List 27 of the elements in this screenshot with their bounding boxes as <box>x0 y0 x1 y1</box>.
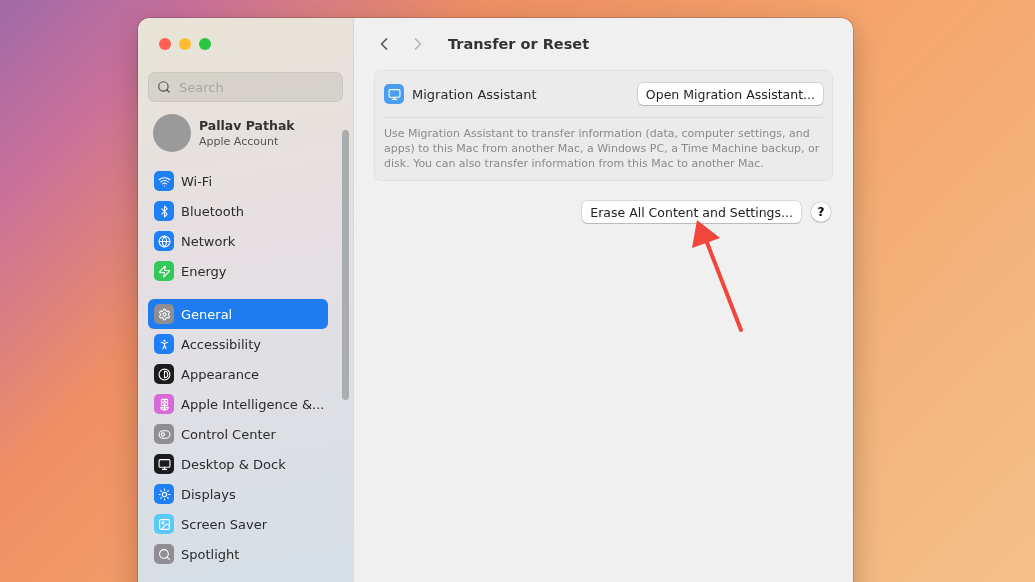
open-migration-button[interactable]: Open Migration Assistant... <box>637 83 823 105</box>
search-icon <box>157 80 171 94</box>
erase-button[interactable]: Erase All Content and Settings... <box>582 201 801 223</box>
sidebar-item[interactable]: Screen Saver <box>148 509 328 539</box>
sidebar-item[interactable]: Wi-Fi <box>148 166 328 196</box>
account-subtitle: Apple Account <box>199 135 280 148</box>
sidebar-item[interactable]: Network <box>148 226 328 256</box>
scrollbar[interactable] <box>342 130 349 400</box>
sidebar-item[interactable]: Appearance <box>148 359 328 389</box>
sidebar-item[interactable]: Energy <box>148 256 328 286</box>
migration-description: Use Migration Assistant to transfer information (data, computer settings, and apps) to this Mac from another Mac, a Windows PC, a Time Machine backup, or disk. You can also transfer information from this Mac to another Mac. <box>384 126 821 171</box>
window-zoom-button[interactable] <box>199 38 211 50</box>
sidebar-item[interactable]: Control Center <box>148 419 328 449</box>
sidebar-item[interactable]: Desktop & Dock <box>148 449 328 479</box>
sidebar-item[interactable]: Bluetooth <box>148 196 328 226</box>
avatar[interactable] <box>153 114 191 152</box>
help-button[interactable]: ? <box>811 202 831 222</box>
page-title: Transfer or Reset <box>448 36 590 52</box>
sidebar-item[interactable]: Displays <box>148 479 328 509</box>
window-close-button[interactable] <box>159 38 171 50</box>
account-name[interactable]: Pallav Pathak <box>199 118 295 133</box>
window-minimize-button[interactable] <box>179 38 191 50</box>
sidebar-item[interactable]: Apple Intelligence &... <box>148 389 328 419</box>
sidebar-item[interactable]: Spotlight <box>148 539 328 569</box>
sidebar-item[interactable]: General <box>148 299 328 329</box>
migration-title: Migration Assistant <box>412 86 538 102</box>
sidebar-item[interactable]: Accessibility <box>148 329 328 359</box>
